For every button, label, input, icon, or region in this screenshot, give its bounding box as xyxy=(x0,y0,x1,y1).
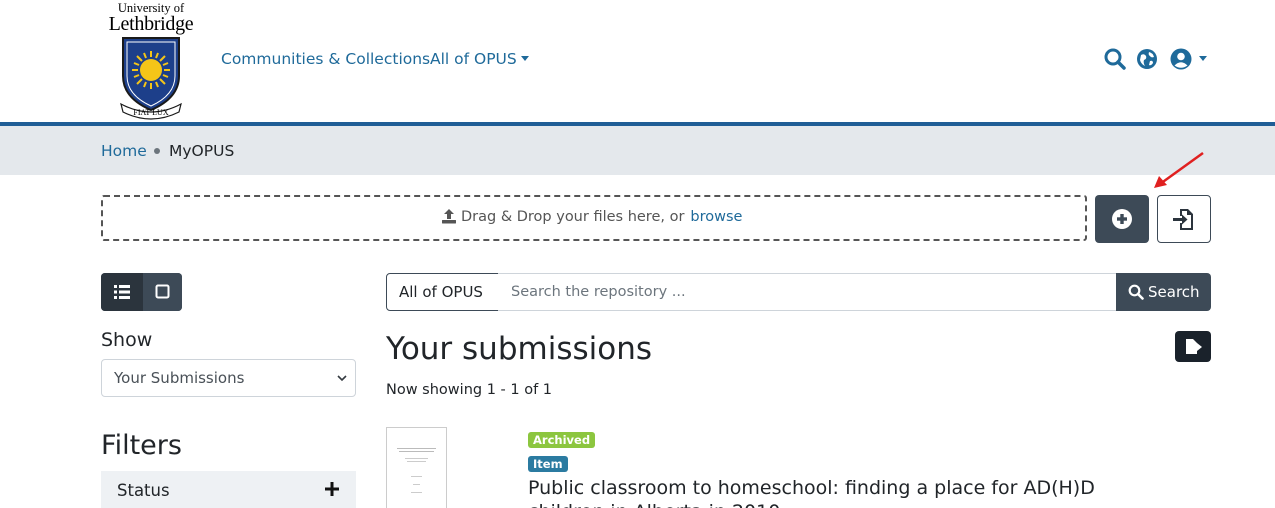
show-select[interactable]: Your Submissions xyxy=(101,359,356,397)
user-menu-caret-icon[interactable] xyxy=(1199,56,1207,61)
breadcrumb-current: MyOPUS xyxy=(169,142,235,160)
dropzone-label: Drag & Drop your files here, or xyxy=(461,209,685,225)
university-logo[interactable]: University of Lethbridge FIAT LUX xyxy=(104,2,198,120)
item-thumbnail[interactable] xyxy=(386,427,447,508)
breadcrumb-home[interactable]: Home xyxy=(101,142,147,160)
file-import-icon xyxy=(1173,209,1193,230)
shield-crest-icon: FIAT LUX xyxy=(120,37,182,120)
search-input[interactable] xyxy=(498,273,1117,311)
upload-icon xyxy=(442,209,456,224)
document-thumbnail-icon xyxy=(397,448,436,493)
grid-icon xyxy=(155,284,170,299)
search-scope-label: All of OPUS xyxy=(399,283,483,301)
browse-link[interactable]: browse xyxy=(690,209,742,225)
chevron-down-icon xyxy=(520,56,529,61)
plus-circle-icon xyxy=(1112,209,1132,229)
breadcrumb-separator xyxy=(154,148,160,154)
search-scope-button[interactable]: All of OPUS xyxy=(386,273,499,311)
globe-icon[interactable] xyxy=(1135,47,1159,71)
result-count: Now showing 1 - 1 of 1 xyxy=(386,382,553,398)
nav-all-label: All of OPUS xyxy=(430,50,517,68)
search-icon xyxy=(1128,284,1144,300)
chevron-down-icon xyxy=(337,375,347,382)
show-select-value: Your Submissions xyxy=(114,369,245,387)
item-title-link[interactable]: Public classroom to homeschool: finding … xyxy=(528,476,1168,508)
type-badge: Item xyxy=(528,456,568,472)
import-button[interactable] xyxy=(1157,195,1211,243)
list-view-button[interactable] xyxy=(101,273,143,311)
logo-motto: FIAT LUX xyxy=(133,108,168,117)
view-mode-toggle xyxy=(101,273,182,311)
search-button[interactable]: Search xyxy=(1116,273,1211,311)
page-title: Your submissions xyxy=(386,331,652,367)
export-button[interactable] xyxy=(1175,331,1211,362)
plus-icon xyxy=(325,482,339,496)
filter-status[interactable]: Status xyxy=(101,471,356,508)
status-badge: Archived xyxy=(528,432,596,448)
user-icon[interactable] xyxy=(1169,47,1193,71)
filter-status-label: Status xyxy=(117,481,170,500)
annotation-arrow xyxy=(1154,151,1204,188)
nav-all-of-opus[interactable]: All of OPUS xyxy=(430,49,529,69)
dropzone-text: Drag & Drop your files here, or browse xyxy=(441,207,742,227)
list-icon xyxy=(114,285,130,299)
filters-heading: Filters xyxy=(101,430,182,461)
site-header: University of Lethbridge FIAT LUX Commun… xyxy=(0,0,1275,122)
file-export-icon xyxy=(1186,339,1202,354)
nav-communities-collections[interactable]: Communities & Collections xyxy=(221,49,430,69)
show-label: Show xyxy=(101,329,153,351)
grid-view-button[interactable] xyxy=(143,273,182,311)
logo-line2: Lethbridge xyxy=(108,13,194,35)
add-submission-button[interactable] xyxy=(1095,195,1149,243)
search-button-label: Search xyxy=(1148,283,1200,301)
search-icon[interactable] xyxy=(1103,47,1127,71)
